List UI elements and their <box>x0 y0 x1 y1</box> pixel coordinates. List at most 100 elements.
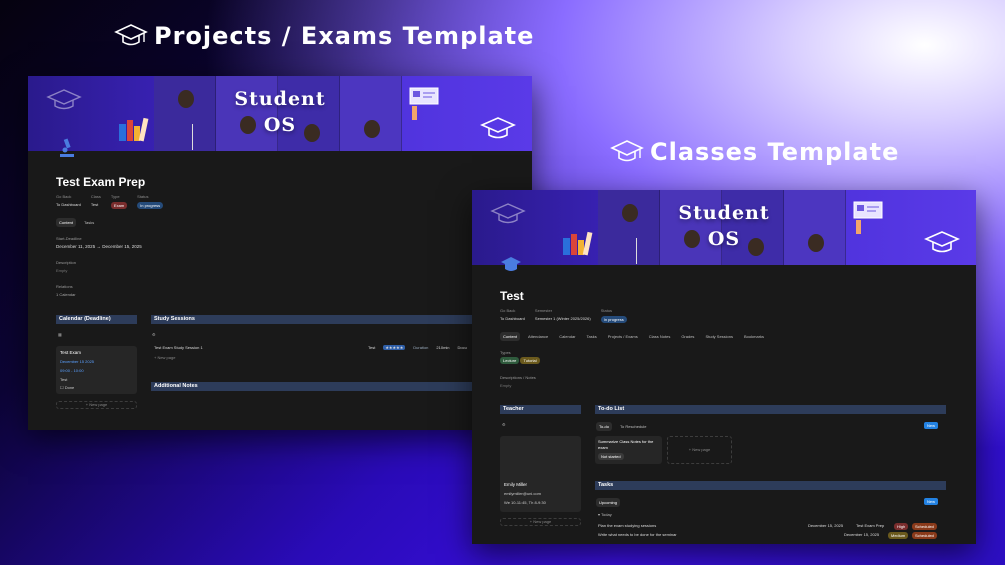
page-title: Test Exam Prep <box>56 175 146 189</box>
task-name: Write what needs to be done for the semi… <box>598 532 677 537</box>
tab-study-sessions[interactable]: Study Sessions <box>702 332 736 341</box>
relations-field: Relations 1 Calendar <box>56 284 76 297</box>
field-label: Types <box>500 350 511 355</box>
tab-to-reschedule[interactable]: To Reschedule <box>617 422 649 431</box>
todo-section-header: To-do List <box>595 405 946 414</box>
study-new-page[interactable]: + New page <box>154 355 175 360</box>
tasks-group-today[interactable]: ▾ Today <box>598 512 612 517</box>
graduation-cap-icon <box>501 257 521 271</box>
field-label: Descriptions / Notes <box>500 375 536 380</box>
tab-upcoming[interactable]: Upcoming <box>596 498 621 507</box>
tab-content[interactable]: Content <box>56 218 77 227</box>
task-status-badge: Scheduled <box>912 532 937 539</box>
description-field: Descriptions / Notes Empty <box>500 375 536 388</box>
brand-line-1: Student <box>678 202 770 224</box>
tab-to-do[interactable]: To-do <box>596 422 613 431</box>
projects-template-window: Student OS Test Exam Prep Go Back To Das… <box>28 76 532 430</box>
tab-tasks[interactable]: Tasks <box>584 332 600 341</box>
calendar-new-page[interactable]: + New page <box>56 401 137 409</box>
task-status-badge: Scheduled <box>912 523 937 530</box>
brand-line-2: OS <box>263 114 297 136</box>
tab-projects-exams[interactable]: Projects / Exams <box>605 332 641 341</box>
properties-bar: Go Back To Dashboard Class Test Type Exa… <box>56 194 164 209</box>
study-session-class: Test <box>368 345 376 350</box>
gallery-view-icon[interactable]: ⚙ <box>152 332 156 337</box>
field-value[interactable]: December 11, 2025 → December 15, 2025 <box>56 244 142 249</box>
cover-banner: Student OS <box>472 190 976 265</box>
prop-label: Status <box>137 194 149 199</box>
prop-value[interactable]: To Dashboard <box>56 202 81 207</box>
student-os-brand: Student OS <box>678 200 769 252</box>
books-icon <box>119 117 149 142</box>
field-value[interactable]: 1 Calendar <box>56 292 76 297</box>
prop-status[interactable]: Status In progress <box>600 308 627 323</box>
prop-semester[interactable]: Semester Semester 1 (Winter 2025/2026) <box>535 308 591 323</box>
types-field: Types Lecture Tutorial <box>500 350 540 364</box>
todo-status-badge: Not started <box>598 453 624 460</box>
priority-badge: Medium <box>888 532 909 539</box>
tab-tasks[interactable]: Tasks <box>81 218 97 227</box>
graduation-cap-icon <box>924 231 960 253</box>
tab-grades[interactable]: Grades <box>678 332 697 341</box>
cover-banner: Student OS <box>28 76 532 151</box>
type-badge: Exam <box>110 202 128 209</box>
teacher-email: emilymiller@uni.com <box>504 491 541 496</box>
tab-content[interactable]: Content <box>500 332 521 341</box>
tab-bar: Content Attendance Calendar Tasks Projec… <box>500 332 767 341</box>
field-value[interactable]: Empty <box>56 268 76 273</box>
status-badge: In progress <box>137 202 164 209</box>
done-label: Done <box>64 385 75 390</box>
field-value[interactable]: Empty <box>500 383 536 388</box>
tasks-tabs: Upcoming <box>596 498 621 507</box>
todo-card-title: Summarize Class Notes for the exam <box>598 439 654 450</box>
teacher-section-header: Teacher <box>500 405 581 414</box>
teacher-new-page[interactable]: + New page <box>500 518 581 526</box>
gallery-view-icon[interactable]: ⚙ <box>502 422 506 427</box>
teacher-board-icon <box>853 201 883 234</box>
prop-go-back[interactable]: Go Back To Dashboard <box>500 308 525 323</box>
task-project: Test Exam Prep <box>856 523 885 528</box>
projects-headline: Projects / Exams Template <box>114 22 534 50</box>
teacher-card[interactable]: Emily Miller emilymiller@uni.com We 10-1… <box>500 436 581 512</box>
prop-label: Semester <box>534 308 553 313</box>
graduation-cap-icon <box>114 24 148 46</box>
task-date: December 15, 2025 <box>844 532 880 537</box>
prop-class[interactable]: Class Test <box>91 194 101 209</box>
prop-value[interactable]: To Dashboard <box>500 316 525 321</box>
calendar-section-header: Calendar (Deadline) <box>56 315 137 324</box>
status-badge: In progress <box>600 316 627 323</box>
graduation-cap-icon <box>610 140 644 162</box>
properties-bar: Go Back To Dashboard Semester Semester 1… <box>500 308 627 323</box>
tasks-section-header: Tasks <box>595 481 946 490</box>
tab-bookmarks[interactable]: Bookmarks <box>741 332 767 341</box>
tab-attendance[interactable]: Attendance <box>525 332 551 341</box>
brand-line-1: Student <box>234 88 326 110</box>
calendar-card[interactable]: Test Exam December 15 2025 09:00 - 10:00… <box>56 346 137 394</box>
field-label: Relations <box>56 284 73 289</box>
prop-value[interactable]: Test <box>91 202 101 207</box>
calendar-card-time: 09:00 - 10:00 <box>60 368 84 373</box>
prop-label: Go Back <box>500 308 516 313</box>
calendar-view-icon[interactable]: ▦ <box>58 332 62 337</box>
student-os-brand: Student OS <box>234 86 325 138</box>
graduation-cap-icon <box>490 203 526 224</box>
tasks-new-button[interactable]: New <box>924 498 939 505</box>
duration-label: Duration <box>413 345 429 350</box>
priority-badge: High <box>894 523 909 530</box>
microscope-icon <box>60 138 74 157</box>
type-tag-lecture: Lecture <box>500 357 520 364</box>
prop-type[interactable]: Type Exam <box>110 194 128 209</box>
calendar-card-done[interactable]: ☐ Done <box>60 385 133 390</box>
todo-new-button[interactable]: New <box>924 422 939 429</box>
prop-go-back[interactable]: Go Back To Dashboard <box>56 194 81 209</box>
todo-card[interactable]: Summarize Class Notes for the exam Not s… <box>595 436 662 464</box>
types-values[interactable]: Lecture Tutorial <box>500 357 540 364</box>
tab-calendar[interactable]: Calendar <box>556 332 578 341</box>
prop-value[interactable]: Semester 1 (Winter 2025/2026) <box>535 316 591 321</box>
todo-new-page[interactable]: + New page <box>667 436 732 464</box>
graduation-cap-icon <box>480 117 516 139</box>
calendar-card-title: Test Exam <box>60 350 82 355</box>
calendar-card-class: Test <box>60 377 68 382</box>
tab-class-notes[interactable]: Class Notes <box>646 332 674 341</box>
prop-status[interactable]: Status In progress <box>137 194 164 209</box>
